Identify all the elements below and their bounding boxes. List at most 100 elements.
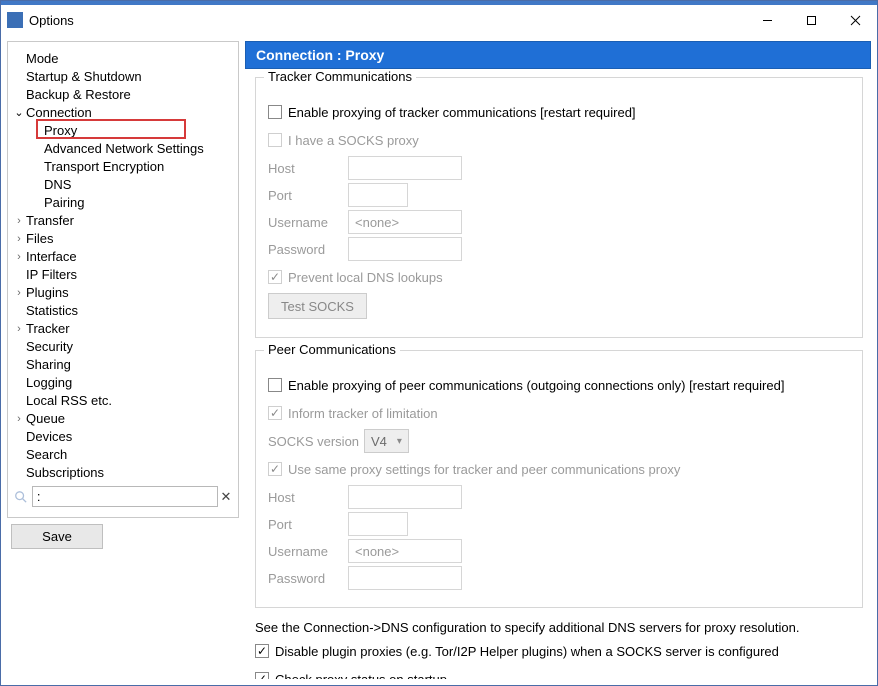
tree-item[interactable]: IP Filters (12, 266, 232, 284)
minimize-button[interactable] (745, 5, 789, 35)
tree-item[interactable]: Backup & Restore (12, 86, 232, 104)
tree-item[interactable]: Pairing (12, 194, 232, 212)
chevron-right-icon[interactable]: › (12, 251, 26, 263)
tree-item-label: Advanced Network Settings (44, 141, 204, 156)
tree-item[interactable]: Subscriptions (12, 464, 232, 482)
tree-item[interactable]: ›Queue (12, 410, 232, 428)
check-proxy-status-label: Check proxy status on startup (275, 672, 447, 680)
tracker-group: Tracker Communications Enable proxying o… (255, 77, 863, 338)
socks-version-label: SOCKS version (268, 434, 364, 449)
maximize-icon (806, 15, 817, 26)
tree-item-label: Transfer (26, 213, 74, 228)
tree-item-label: Mode (26, 51, 59, 66)
tree-item[interactable]: ›Files (12, 230, 232, 248)
tree-item[interactable]: Mode (12, 50, 232, 68)
same-proxy-checkbox (268, 462, 282, 476)
tracker-legend: Tracker Communications (264, 69, 416, 84)
socks-version-value: V4 (371, 434, 387, 449)
tree-item-label: Proxy (44, 123, 77, 138)
chevron-right-icon[interactable]: › (12, 413, 26, 425)
sidebar-search-row: ✕ (8, 482, 238, 511)
tree-item[interactable]: DNS (12, 176, 232, 194)
peer-enable-label: Enable proxying of peer communications (… (288, 378, 784, 393)
tracker-pass-input (348, 237, 462, 261)
tree-item[interactable]: Devices (12, 428, 232, 446)
peer-port-label: Port (268, 517, 348, 532)
tracker-user-label: Username (268, 215, 348, 230)
chevron-right-icon[interactable]: › (12, 287, 26, 299)
tree-item-label: IP Filters (26, 267, 77, 282)
tree-item[interactable]: ⌄Connection (12, 104, 232, 122)
peer-host-label: Host (268, 490, 348, 505)
minimize-icon (762, 15, 773, 26)
tree-item[interactable]: Sharing (12, 356, 232, 374)
peer-pass-input (348, 566, 462, 590)
tracker-enable-label: Enable proxying of tracker communication… (288, 105, 636, 120)
tracker-user-input (348, 210, 462, 234)
peer-enable-checkbox[interactable] (268, 378, 282, 392)
close-button[interactable] (833, 5, 877, 35)
section-header: Connection : Proxy (245, 41, 871, 69)
tree-item[interactable]: Logging (12, 374, 232, 392)
tree-item[interactable]: Proxy (12, 122, 232, 140)
tracker-host-input (348, 156, 462, 180)
disable-plugin-proxies-label: Disable plugin proxies (e.g. Tor/I2P Hel… (275, 644, 779, 659)
peer-group: Peer Communications Enable proxying of p… (255, 350, 863, 608)
search-icon (14, 489, 28, 505)
close-icon (850, 15, 861, 26)
tree-item[interactable]: ›Interface (12, 248, 232, 266)
test-socks-button: Test SOCKS (268, 293, 367, 319)
sidebar-search-clear[interactable]: ✕ (220, 489, 232, 505)
prevent-dns-label: Prevent local DNS lookups (288, 270, 443, 285)
tree-item-label: Statistics (26, 303, 78, 318)
tree-item[interactable]: Advanced Network Settings (12, 140, 232, 158)
disable-plugin-proxies-checkbox[interactable] (255, 644, 269, 658)
chevron-right-icon[interactable]: › (12, 323, 26, 335)
window-title: Options (29, 13, 745, 28)
tree-item[interactable]: Local RSS etc. (12, 392, 232, 410)
chevron-down-icon: ▾ (397, 436, 402, 447)
tree-item-label: DNS (44, 177, 71, 192)
tree-item-label: Startup & Shutdown (26, 69, 142, 84)
app-icon (7, 12, 23, 28)
tree-item-label: Backup & Restore (26, 87, 131, 102)
tree-item-label: Devices (26, 429, 72, 444)
tracker-port-label: Port (268, 188, 348, 203)
peer-inform-checkbox (268, 406, 282, 420)
have-socks-label: I have a SOCKS proxy (288, 133, 419, 148)
peer-inform-label: Inform tracker of limitation (288, 406, 438, 421)
tree-item-label: Interface (26, 249, 77, 264)
chevron-down-icon[interactable]: ⌄ (12, 106, 26, 119)
tree-item[interactable]: Security (12, 338, 232, 356)
tree-item[interactable]: ›Tracker (12, 320, 232, 338)
titlebar: Options (1, 5, 877, 35)
tracker-enable-checkbox[interactable] (268, 105, 282, 119)
check-proxy-status-checkbox[interactable] (255, 672, 269, 679)
peer-user-input (348, 539, 462, 563)
options-tree[interactable]: Mode Startup & Shutdown Backup & Restore ⌄C… (8, 48, 238, 482)
save-button[interactable]: Save (11, 524, 103, 549)
tree-item-label: Sharing (26, 357, 71, 372)
tree-item[interactable]: Transport Encryption (12, 158, 232, 176)
tracker-host-label: Host (268, 161, 348, 176)
chevron-right-icon[interactable]: › (12, 215, 26, 227)
peer-pass-label: Password (268, 571, 348, 586)
prevent-dns-checkbox (268, 270, 282, 284)
tree-item-label: Security (26, 339, 73, 354)
maximize-button[interactable] (789, 5, 833, 35)
tree-item-label: Pairing (44, 195, 84, 210)
tree-item[interactable]: Search (12, 446, 232, 464)
tree-item[interactable]: ›Transfer (12, 212, 232, 230)
tree-item[interactable]: ›Plugins (12, 284, 232, 302)
have-socks-checkbox (268, 133, 282, 147)
tree-item-label: Transport Encryption (44, 159, 164, 174)
tree-item[interactable]: Statistics (12, 302, 232, 320)
dns-note: See the Connection->DNS configuration to… (255, 620, 863, 635)
tree-item[interactable]: Startup & Shutdown (12, 68, 232, 86)
sidebar-search-input[interactable] (32, 486, 218, 507)
chevron-right-icon[interactable]: › (12, 233, 26, 245)
peer-host-input (348, 485, 462, 509)
socks-version-select: V4 ▾ (364, 429, 409, 453)
peer-user-label: Username (268, 544, 348, 559)
tracker-port-input (348, 183, 408, 207)
